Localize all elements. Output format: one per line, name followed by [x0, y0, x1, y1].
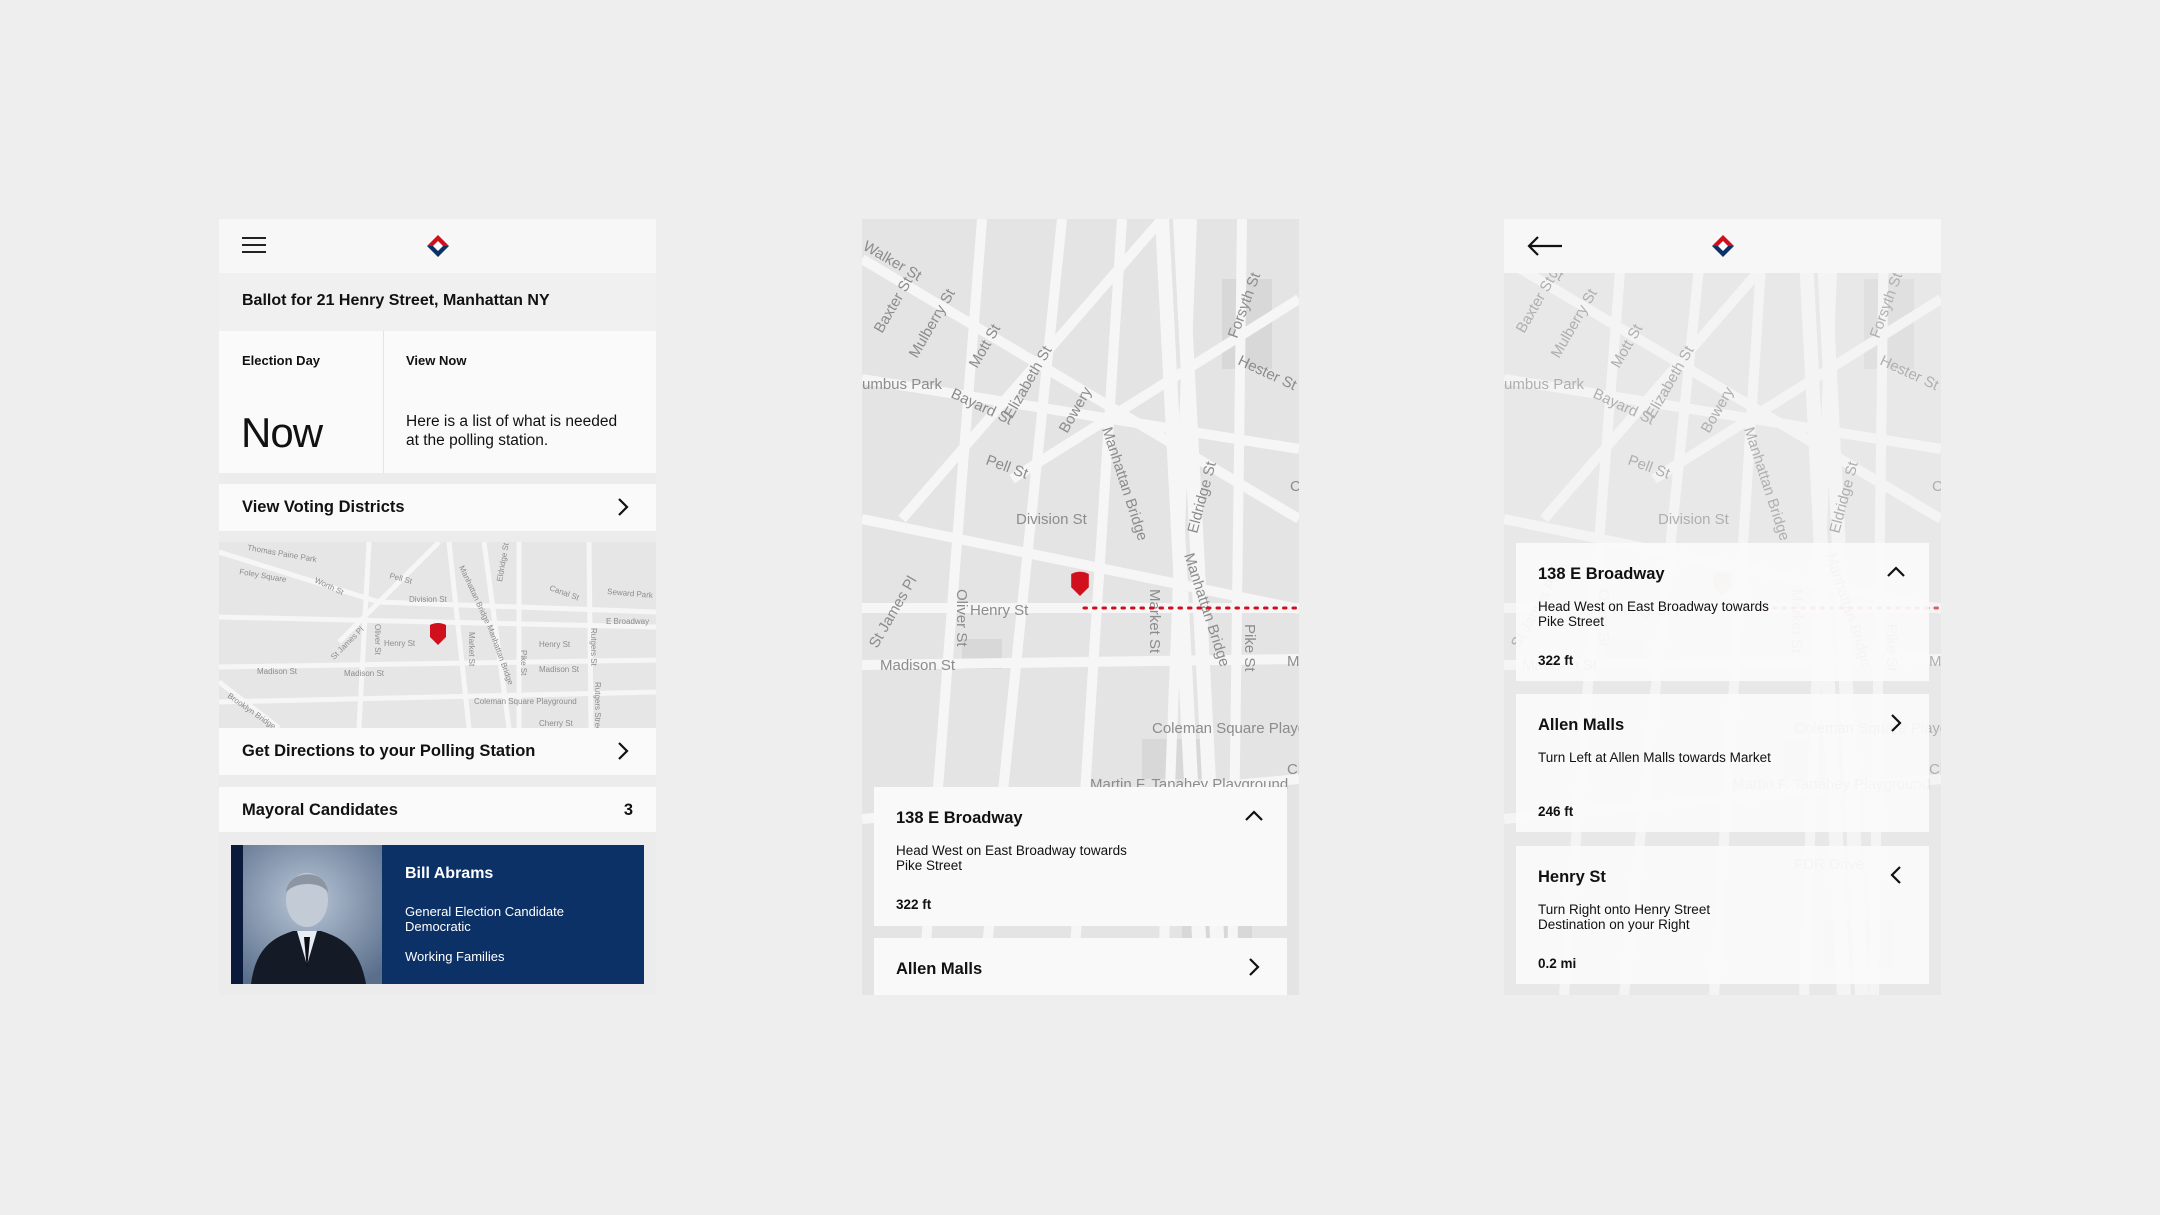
divider	[383, 331, 384, 473]
election-day-value: Now	[241, 409, 323, 456]
ballot-screen: Ballot for 21 Henry Street, Manhattan NY…	[219, 219, 656, 995]
step-title: Allen Malls	[896, 960, 983, 978]
step-title: 138 E Broadway	[896, 809, 1023, 827]
map-street-label: Coleman Square Playground	[474, 697, 577, 706]
step-description: Head West on East Broadway towards Pike …	[896, 843, 1127, 873]
hamburger-icon[interactable]	[242, 237, 266, 255]
candidate-party: Democratic	[405, 919, 471, 934]
map-street-label: Division St	[1016, 511, 1088, 528]
chevron-up-icon[interactable]	[1885, 561, 1907, 583]
step-distance: 246 ft	[1538, 804, 1574, 819]
map-street-label: Pike St	[519, 650, 528, 676]
directions-list-screen: Walker StBaxter StMulberry StMott StEliz…	[1504, 219, 1941, 995]
map-street-label: Henry St	[539, 640, 571, 649]
map-street-label: Oliver St	[373, 624, 382, 655]
mayoral-candidates-header[interactable]: Mayoral Candidates 3	[219, 787, 656, 832]
step-distance: 322 ft	[896, 897, 932, 912]
map-street-label: Ma	[1287, 653, 1299, 670]
map-street-label: Cherry St	[539, 719, 574, 728]
step-distance: 322 ft	[1538, 653, 1574, 668]
map-street-label: Henry St	[384, 639, 416, 648]
candidate-photo	[231, 845, 382, 984]
map-street-label: Madison St	[880, 657, 956, 674]
direction-step-card[interactable]: 138 E Broadway Head West on East Broadwa…	[1516, 543, 1929, 681]
candidate-count: 3	[623, 801, 633, 819]
map-street-label: Madison St	[539, 665, 580, 674]
step-title: Henry St	[1538, 868, 1606, 886]
step-title: Allen Malls	[1538, 716, 1625, 734]
view-now-link[interactable]: View Now	[406, 353, 466, 368]
map-street-label: Henry St	[970, 602, 1029, 619]
candidate-card[interactable]: Bill Abrams General Election Candidate De…	[231, 845, 644, 984]
chevron-right-icon	[618, 498, 629, 516]
step-title: 138 E Broadway	[1538, 565, 1665, 583]
arrow-left-icon[interactable]	[1526, 234, 1564, 258]
map-street-label: Coleman Square Playground	[1152, 720, 1299, 737]
map-street-label: Madison St	[344, 669, 385, 678]
chevron-up-icon[interactable]	[1243, 805, 1265, 827]
candidate-name: Bill Abrams	[405, 865, 494, 882]
map-street-label: Oliver St	[953, 589, 970, 647]
map-street-label: C	[1290, 478, 1299, 495]
step-description: Turn Left at Allen Malls towards Market	[1538, 750, 1771, 765]
direction-step-card[interactable]: Henry St Turn Right onto Henry Street De…	[1516, 846, 1929, 984]
direction-step-card[interactable]: Allen Malls Turn Left at Allen Malls tow…	[1516, 694, 1929, 832]
ballot-title-row: Ballot for 21 Henry Street, Manhattan NY	[219, 273, 656, 331]
map-street-label: Market St	[1146, 589, 1163, 654]
map-street-label: Pike St	[1241, 624, 1258, 672]
directions-label: Get Directions to your Polling Station	[242, 742, 536, 760]
election-day-label: Election Day	[242, 353, 321, 368]
direction-step-card[interactable]: Allen Malls	[874, 938, 1287, 995]
chevron-right-icon	[618, 742, 629, 760]
voting-districts-label: View Voting Districts	[242, 498, 405, 516]
mayoral-label: Mayoral Candidates	[242, 801, 398, 819]
map-street-label: Madison St	[257, 667, 298, 676]
logo-icon[interactable]	[426, 234, 450, 258]
map-street-label: Market St	[467, 632, 476, 667]
logo-icon[interactable]	[1711, 234, 1735, 258]
election-info: Election Day Now View Now Here is a list…	[219, 331, 656, 473]
direction-step-card[interactable]: 138 E Broadway Head West on East Broadwa…	[874, 787, 1287, 926]
ballot-title: Ballot for 21 Henry Street, Manhattan NY	[242, 292, 550, 309]
chevron-right-icon[interactable]	[1885, 712, 1907, 734]
candidate-role: General Election Candidate	[405, 904, 564, 919]
map-street-label: Division St	[409, 595, 448, 604]
candidate-title: General Election Candidate Democratic	[405, 904, 564, 934]
step-description: Head West on East Broadway towards Pike …	[1538, 599, 1769, 629]
chevron-left-icon[interactable]	[1885, 864, 1907, 886]
step-description: Turn Right onto Henry Street Destination…	[1538, 902, 1711, 932]
map-street-label: Rutgers St	[589, 628, 598, 667]
mini-map[interactable]: Thomas Paine Park Foley Square Worth St Pel…	[219, 542, 656, 728]
app-header	[1504, 219, 1941, 273]
app-header	[219, 219, 656, 273]
chevron-right-icon	[1249, 958, 1260, 976]
directions-map-screen: Walker St Baxter St Mulberry St Mott St Eliz…	[862, 219, 1299, 995]
map-street-label: E Broadway	[606, 617, 649, 626]
step-distance: 0.2 mi	[1538, 956, 1577, 971]
map-street-label: Rutgers Street	[593, 682, 602, 728]
map-street-label: umbus Park	[862, 376, 943, 393]
map-street-label: Ch	[1287, 761, 1299, 778]
candidate-party-secondary: Working Families	[405, 949, 505, 964]
view-voting-districts-button[interactable]: View Voting Districts	[219, 484, 656, 531]
view-now-text: Here is a list of what is needed at the …	[406, 413, 618, 449]
get-directions-button[interactable]: Get Directions to your Polling Station	[219, 728, 656, 775]
